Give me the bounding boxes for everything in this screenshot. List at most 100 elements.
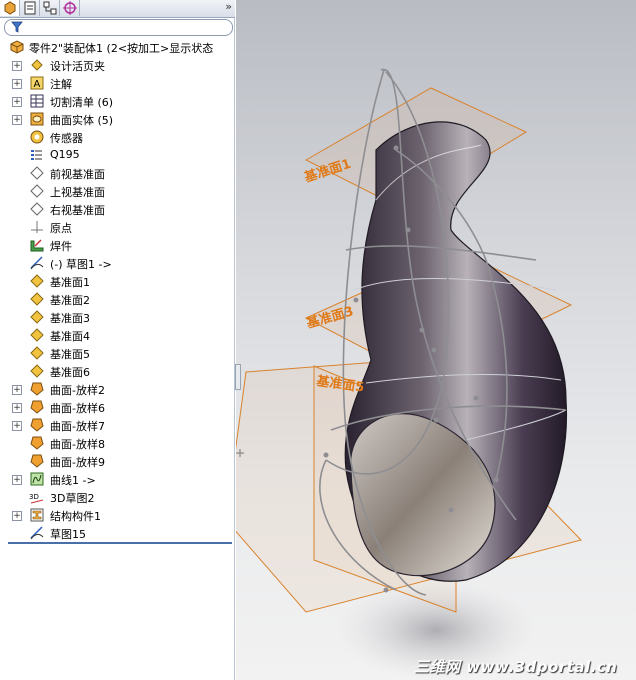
tree-end-divider <box>8 542 232 544</box>
configuration-manager-icon <box>43 1 56 15</box>
tree-root[interactable]: 零件2"装配体1 (2<按加工>显示状态 <box>0 38 235 56</box>
tree-item-label: 曲面-放样6 <box>50 402 105 415</box>
tree-item[interactable]: + 切割清单 (6) <box>0 92 235 110</box>
expand-toggle-icon[interactable]: + <box>12 79 22 89</box>
tree-item[interactable]: + A 注解 <box>0 74 235 92</box>
tree-item[interactable]: + 曲面-放样7 <box>0 416 235 434</box>
expand-toggle-icon[interactable]: + <box>12 403 22 413</box>
3d-sketch-icon: 3D <box>29 493 44 504</box>
expand-toggle-icon[interactable]: + <box>12 511 22 521</box>
ref-plane-icon <box>30 274 44 288</box>
watermark-text: 三维网 www.3dportal.cn <box>414 658 618 676</box>
expand-toggle-icon[interactable]: + <box>12 475 22 485</box>
svg-text:3D: 3D <box>29 493 39 501</box>
graphics-viewport[interactable]: 基准面1 基准面3 基准面5 <box>236 0 636 680</box>
tree-item-label: (-) 草图1 -> <box>50 258 112 271</box>
svg-text:A: A <box>34 79 41 90</box>
tab-dimxpert[interactable] <box>60 0 80 16</box>
more-tabs-button[interactable]: » <box>225 0 232 13</box>
tree-item-label: 曲面-放样2 <box>50 384 105 397</box>
filter-icon[interactable] <box>11 21 23 33</box>
tree-item[interactable]: 基准面3 <box>0 308 235 326</box>
tree-item[interactable]: 曲面-放样8 <box>0 434 235 452</box>
tree-item[interactable]: 基准面1 <box>0 272 235 290</box>
tree-item[interactable]: 右视基准面 <box>0 200 235 218</box>
expand-toggle-icon[interactable]: + <box>12 421 22 431</box>
tree-item-label: 焊件 <box>50 240 72 253</box>
loft-icon <box>30 418 44 432</box>
loft-icon <box>30 400 44 414</box>
structural-member-icon <box>30 508 44 522</box>
tree-item[interactable]: 基准面4 <box>0 326 235 344</box>
ref-plane-icon <box>30 292 44 306</box>
tree-item[interactable]: 上视基准面 <box>0 182 235 200</box>
tree-item[interactable]: + 曲线1 -> <box>0 470 235 488</box>
ref-plane-icon <box>30 328 44 342</box>
filter-field[interactable] <box>4 19 233 36</box>
expand-toggle-icon[interactable]: + <box>12 115 22 125</box>
tree-item[interactable]: + 曲面-放样6 <box>0 398 235 416</box>
tree-item[interactable]: Q195 <box>0 146 235 164</box>
tree-item-label: 结构构件1 <box>50 510 101 523</box>
tree-item[interactable]: 焊件 <box>0 236 235 254</box>
tree-item-label: 曲面-放样9 <box>50 456 105 469</box>
tree-item-label: 前视基准面 <box>50 168 105 181</box>
tree-item[interactable]: (-) 草图1 -> <box>0 254 235 272</box>
sensor-icon <box>30 130 44 144</box>
expand-toggle-icon[interactable]: + <box>12 97 22 107</box>
tree-item[interactable]: 草图15 <box>0 524 235 542</box>
loft-icon <box>30 436 44 450</box>
plane-icon <box>30 202 44 216</box>
design-binder-icon <box>31 59 43 71</box>
expand-toggle-icon[interactable]: + <box>12 61 22 71</box>
tree-item[interactable]: + 曲面-放样2 <box>0 380 235 398</box>
tree-item-label: 基准面6 <box>50 366 90 379</box>
tree-item[interactable]: 3D 3D草图2 <box>0 488 235 506</box>
surface-bodies-icon <box>30 112 44 126</box>
tab-configuration-manager[interactable] <box>40 0 60 16</box>
tree-item[interactable]: + 曲面实体 (5) <box>0 110 235 128</box>
loft-icon <box>30 382 44 396</box>
loft-icon <box>30 454 44 468</box>
tree-item[interactable]: 基准面6 <box>0 362 235 380</box>
annotations-icon: A <box>30 76 44 90</box>
plane-icon <box>30 184 44 198</box>
panel-splitter-handle[interactable] <box>235 364 241 390</box>
plane-icon <box>30 166 44 180</box>
tree-item[interactable]: 基准面2 <box>0 290 235 308</box>
tree-item-label: 曲面实体 (5) <box>50 114 114 127</box>
material-icon <box>31 150 42 160</box>
ref-plane-icon <box>30 310 44 324</box>
tree-item[interactable]: 曲面-放样9 <box>0 452 235 470</box>
tree-item[interactable]: 前视基准面 <box>0 164 235 182</box>
tree-item-label: 基准面2 <box>50 294 90 307</box>
dimxpert-icon <box>62 1 77 15</box>
tree-item-label: 上视基准面 <box>50 186 105 199</box>
ref-plane-icon <box>30 346 44 360</box>
expand-toggle-icon[interactable]: + <box>12 385 22 395</box>
tree-item-label: 基准面1 <box>50 276 90 289</box>
tree-item[interactable]: 原点 <box>0 218 235 236</box>
tree-item[interactable]: + 设计活页夹 <box>0 56 235 74</box>
origin-icon <box>31 221 43 233</box>
tree-item-label: 曲线1 -> <box>50 474 96 487</box>
model-view[interactable]: 基准面1 基准面3 基准面5 <box>236 0 636 680</box>
tree-item-label: 设计活页夹 <box>50 60 105 73</box>
tree-item-label: 基准面4 <box>50 330 90 343</box>
cut-list-icon <box>30 94 44 108</box>
tree-item-label: 基准面5 <box>50 348 90 361</box>
feature-manager-panel: » 零件2"装配体1 (2<按加工>显示状态 + 设计活页夹 + A 注解 + 切割清单 (… <box>0 0 235 680</box>
tree-item[interactable]: 基准面5 <box>0 344 235 362</box>
tree-item-label: 基准面3 <box>50 312 90 325</box>
tree-item[interactable]: + 结构构件1 <box>0 506 235 524</box>
property-manager-icon <box>24 1 35 15</box>
tree-item[interactable]: 传感器 <box>0 128 235 146</box>
tree-item-label: 传感器 <box>50 132 83 145</box>
feature-manager-icon <box>4 1 15 15</box>
panel-tabs: » <box>0 0 235 18</box>
tab-property-manager[interactable] <box>20 0 40 16</box>
tree-root-label: 零件2"装配体1 (2<按加工>显示状态 <box>29 42 214 55</box>
tab-feature-manager[interactable] <box>0 0 20 16</box>
tree-item-label: 3D草图2 <box>50 492 95 505</box>
sketch-icon <box>30 526 44 540</box>
